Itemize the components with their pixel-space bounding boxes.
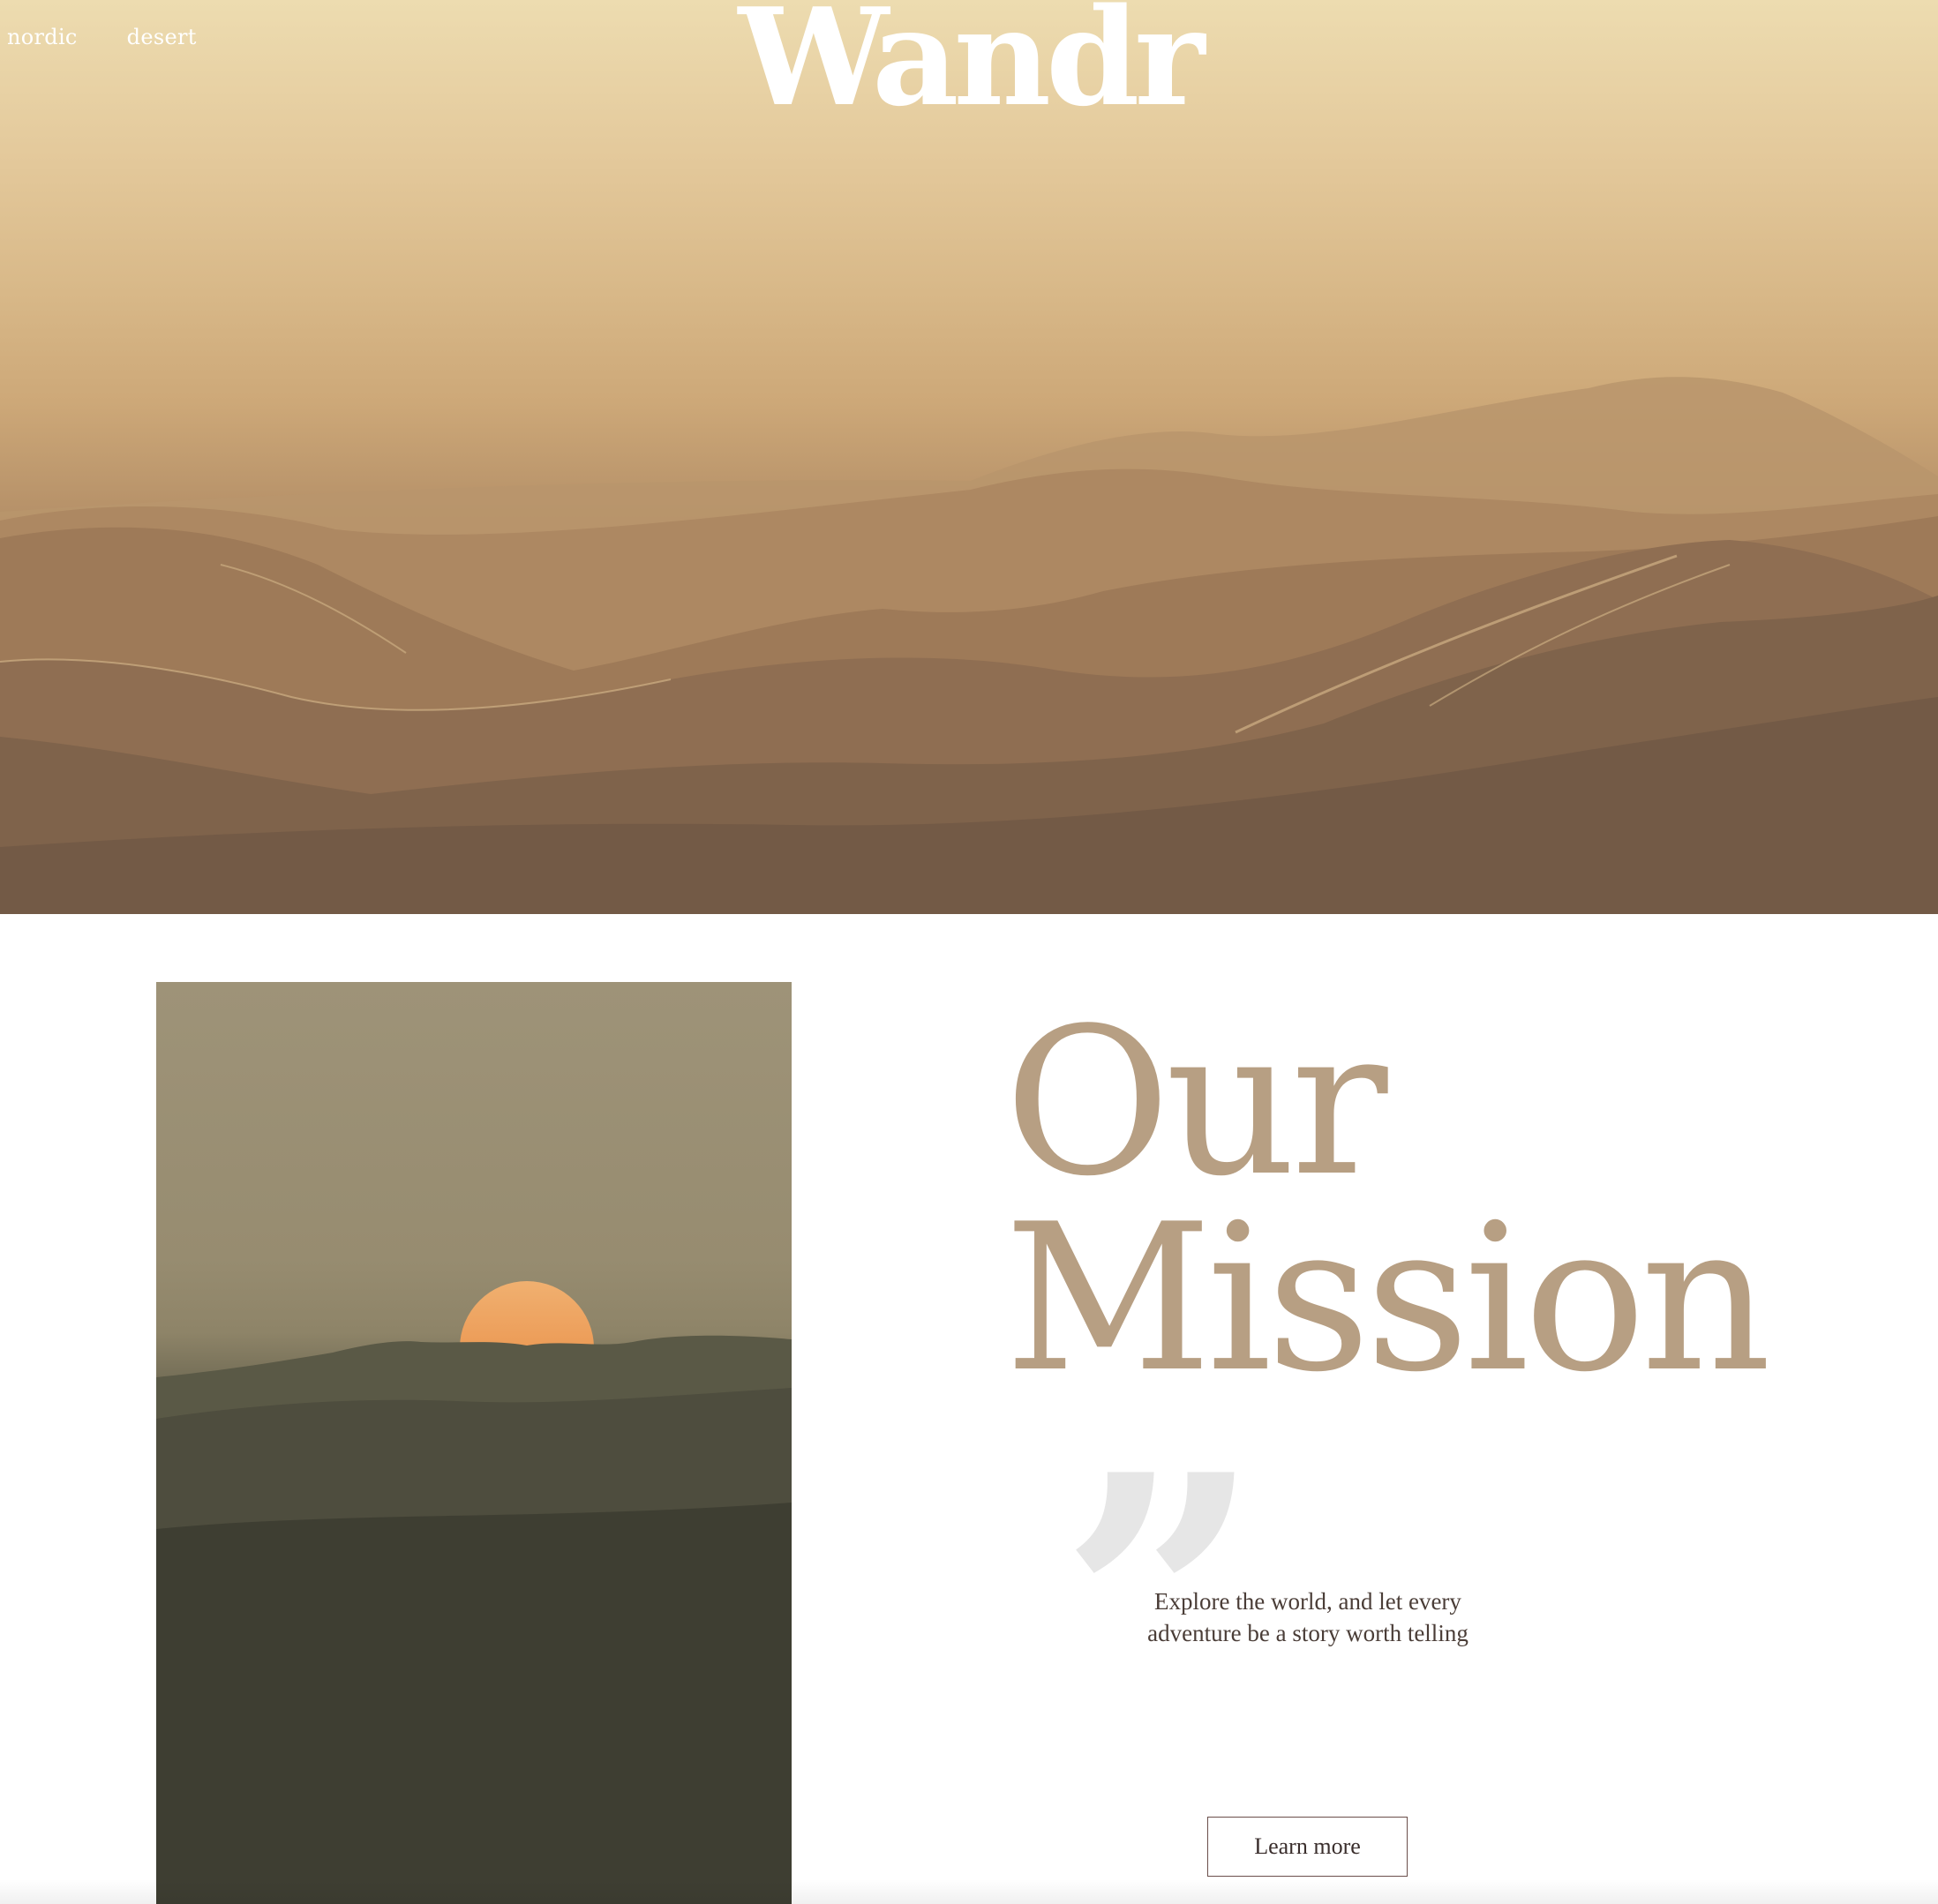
brand-logo[interactable]: Wandr: [0, 0, 1938, 138]
mission-title-line1: Our: [1004, 986, 1388, 1221]
mission-title-line2: Mission: [1004, 1181, 1771, 1417]
mission-quote: Explore the world, and let every adventu…: [1147, 1588, 1469, 1646]
mission-image-sunset: [156, 982, 792, 1904]
sunset-illustration: [156, 1281, 792, 1904]
hero-section: nordic desert Wandr: [0, 0, 1938, 914]
mission-title: Our Mission: [1004, 986, 1771, 1417]
page-bottom-shadow: [0, 1879, 1938, 1904]
learn-more-button[interactable]: Learn more: [1207, 1817, 1408, 1877]
